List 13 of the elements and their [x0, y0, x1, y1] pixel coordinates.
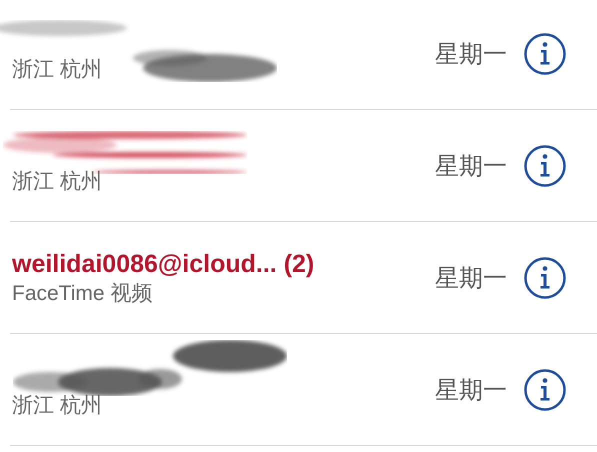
- call-detail: 浙江 杭州: [12, 168, 103, 194]
- call-day: 星期一: [435, 38, 507, 70]
- call-detail: FaceTime 视频: [12, 280, 154, 306]
- info-icon[interactable]: [523, 144, 567, 188]
- call-detail: 浙江 杭州: [12, 392, 103, 418]
- caller-name: weilidai0086@icloud... (2): [12, 248, 316, 280]
- call-day: 星期一: [435, 374, 507, 406]
- call-day: 星期一: [435, 262, 507, 294]
- info-icon[interactable]: [523, 368, 567, 412]
- info-icon[interactable]: [523, 256, 567, 300]
- call-detail: 浙江 杭州: [12, 56, 103, 82]
- info-icon[interactable]: [523, 32, 567, 76]
- call-day: 星期一: [435, 150, 507, 182]
